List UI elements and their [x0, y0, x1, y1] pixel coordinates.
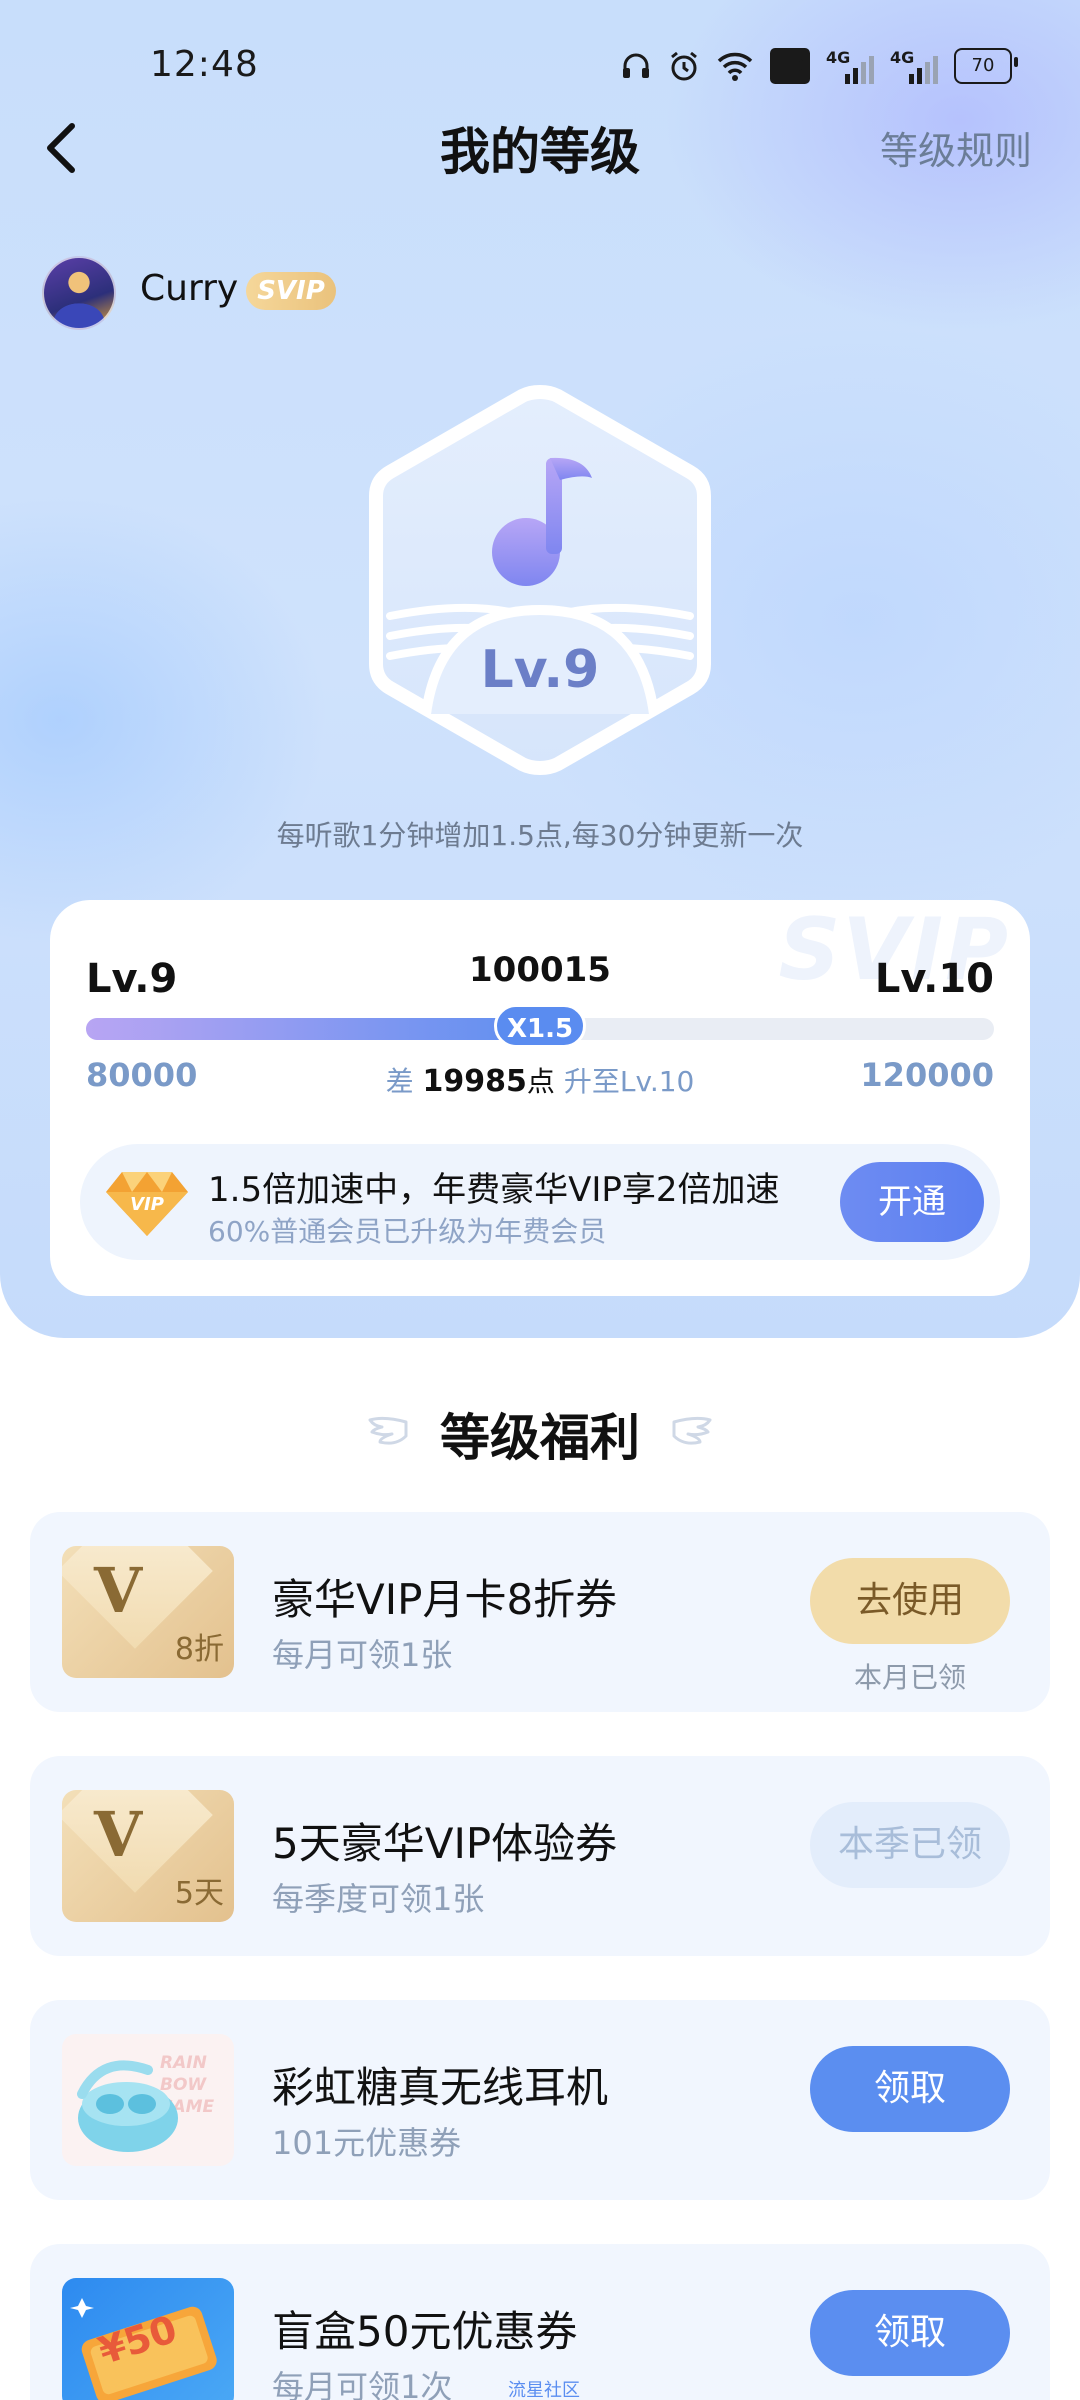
level-badge [360, 380, 720, 780]
diff-prefix: 差 [385, 1065, 414, 1098]
benefit-subtitle: 每季度可领1张 [272, 1880, 485, 1918]
next-level: Lv.10 [874, 956, 994, 1002]
svip-badge: SVIP [246, 272, 336, 310]
wifi-icon [716, 48, 754, 84]
benefit-card: V 8折 豪华VIP月卡8折券 每月可领1张 去使用 本月已领 [30, 1512, 1050, 1712]
level-rules-link[interactable]: 等级规则 [880, 120, 1032, 175]
benefit-title: 盲盒50元优惠券 [272, 2307, 578, 2356]
progress-fill [86, 1018, 540, 1040]
promo-subtitle: 60%普通会员已升级为年费会员 [208, 1215, 607, 1248]
benefit-card: ¥50 盲盒50元优惠券 每月可领1次 流星社区 领取 [30, 2244, 1050, 2400]
use-voucher-button[interactable]: 去使用 [810, 1558, 1010, 1644]
benefit-subtitle: 每月可领1张 [272, 1636, 453, 1674]
benefit-subtitle: 101元优惠券 [272, 2124, 462, 2162]
level-progress-card: SVIP Lv.9 100015 Lv.10 X1.5 80000 差 1998… [50, 900, 1030, 1296]
diff-unit: 点 [526, 1065, 555, 1098]
status-time: 12:48 [150, 44, 259, 85]
vip-voucher-thumbnail: V 5天 [62, 1790, 234, 1922]
benefit-title: 豪华VIP月卡8折券 [272, 1575, 618, 1624]
speed-multiplier-badge: X1.5 [494, 1004, 586, 1048]
claim-button[interactable]: 领取 [810, 2290, 1010, 2376]
battery-icon: 70 [954, 48, 1018, 84]
vip-voucher-thumbnail: V 8折 [62, 1546, 234, 1678]
earphones-thumbnail: RAIN BOW CAME [62, 2034, 234, 2166]
avatar[interactable] [42, 256, 116, 330]
signal-icon: 4G [826, 48, 874, 84]
benefit-subtitle: 每月可领1次 [272, 2368, 453, 2400]
vip-speedup-banner[interactable]: VIP 1.5倍加速中，年费豪华VIP享2倍加速 60%普通会员已升级为年费会员… [80, 1144, 1000, 1260]
claimed-season-button[interactable]: 本季已领 [810, 1802, 1010, 1888]
right-wing-icon [672, 1416, 712, 1445]
benefits-section-title: 等级福利 [440, 1409, 640, 1467]
claimed-note: 本月已领 [853, 1661, 966, 1694]
alarm-icon [668, 48, 700, 84]
svg-text:VIP: VIP [130, 1194, 164, 1215]
benefit-title: 5天豪华VIP体验券 [272, 1819, 618, 1868]
promo-title: 1.5倍加速中，年费豪华VIP享2倍加速 [208, 1170, 780, 1210]
signal-icon-2: 4G [890, 48, 938, 84]
diff-suffix: 升至Lv.10 [563, 1065, 695, 1098]
community-tag: 流星社区 [508, 2380, 580, 2400]
hd-voice-icon: HD [769, 48, 810, 84]
benefit-title: 彩虹糖真无线耳机 [272, 2063, 609, 2112]
blindbox-coupon-thumbnail: ¥50 [62, 2278, 234, 2400]
benefit-card: V 5天 5天豪华VIP体验券 每季度可领1张 本季已领 [30, 1756, 1050, 1956]
diff-value: 19985 [422, 1064, 527, 1099]
max-points: 120000 [860, 1056, 994, 1094]
status-icons: HD 4G 4G 70 [620, 46, 1018, 86]
headphones-icon [620, 48, 652, 84]
benefit-card: RAIN BOW CAME 彩虹糖真无线耳机 101元优惠券 领取 [30, 2000, 1050, 2200]
username: Curry [140, 268, 239, 309]
activate-button[interactable]: 开通 [840, 1162, 984, 1242]
points-tip: 每听歌1分钟增加1.5点,每30分钟更新一次 [276, 819, 804, 852]
level-badge-label: Lv.9 [480, 640, 600, 700]
claim-button[interactable]: 领取 [810, 2046, 1010, 2132]
vip-diamond-icon: VIP [102, 1166, 192, 1238]
